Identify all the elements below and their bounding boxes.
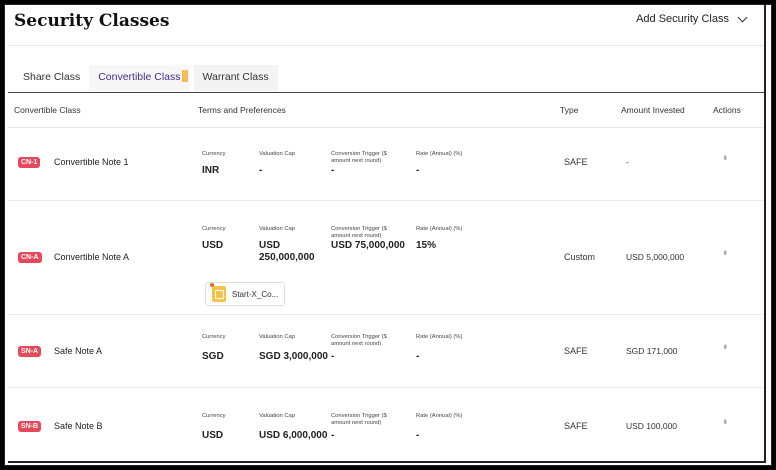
conversion-trigger-label: Conversion Trigger ($ amount next round) [331,413,387,426]
rate-label: Rate (Annual) (%) [416,334,463,340]
class-name: Safe Note B [54,421,103,431]
currency-value: INR [202,165,220,176]
cursor-highlight [181,70,188,82]
amount-cell: - [626,157,629,167]
table-row[interactable]: CN-A Convertible Note A Currency USD Val… [8,201,764,315]
unread-dot [210,283,214,287]
amount-cell: SGD 171,000 [626,346,678,356]
currency-label: Currency [202,151,226,157]
currency-label: Currency [202,226,226,232]
amount-cell: USD 100,000 [626,421,678,431]
rate-value: - [416,430,420,441]
valuation-cap-value: - [259,165,263,176]
kebab-menu-icon[interactable]: ••• [720,155,730,158]
tab-share-class[interactable]: Share Class [14,65,89,91]
type-cell: Custom [564,252,596,262]
table-row[interactable]: CN-1 Convertible Note 1 Currency INR Val… [8,128,764,201]
conversion-trigger-label: Conversion Trigger ($ amount next round) [331,226,387,239]
rate-value: - [416,351,420,362]
page-title: Security Classes [14,11,170,31]
type-cell: SAFE [564,346,588,356]
valuation-cap-label: Valuation Cap [259,151,295,157]
conversion-trigger-value: - [331,165,335,176]
class-badge: SN-A [18,346,42,357]
conversion-trigger-value: - [331,430,335,441]
class-badge: CN-1 [18,157,41,168]
tab-warrant-class[interactable]: Warrant Class [193,65,278,91]
kebab-menu-icon[interactable]: ••• [720,419,730,422]
conversion-trigger-label: Conversion Trigger ($ amount next round) [331,151,387,164]
currency-value: USD [202,430,224,441]
type-cell: SAFE [564,421,588,431]
kebab-menu-icon[interactable]: ••• [720,344,730,347]
page-header: Security Classes Add Security Class [8,5,764,46]
valuation-cap-label: Valuation Cap [259,334,295,340]
rate-label: Rate (Annual) (%) [416,413,463,419]
class-name: Convertible Note 1 [54,157,129,167]
conversion-trigger-value: - [331,351,335,362]
conversion-trigger-value: USD 75,000,000 [331,240,405,251]
currency-label: Currency [202,413,226,419]
valuation-cap-value: USD 6,000,000 [259,430,328,441]
kebab-menu-icon[interactable]: ••• [720,250,730,253]
class-name: Convertible Note A [54,252,130,262]
valuation-cap-value: USD 250,000,000 [259,240,315,263]
col-amount: Amount Invested [621,105,685,115]
conversion-trigger-label: Conversion Trigger ($ amount next round) [331,334,387,347]
rate-value: 15% [416,240,437,251]
col-terms: Terms and Preferences [198,105,286,115]
add-security-class-button[interactable]: Add Security Class [636,12,748,25]
col-actions: Actions [713,105,741,115]
amount-cell: USD 5,000,000 [626,252,685,262]
valuation-cap-label: Valuation Cap [259,226,295,232]
type-cell: SAFE [564,157,588,167]
col-type: Type [560,105,579,115]
document-icon [210,283,226,302]
currency-label: Currency [202,334,226,340]
rate-label: Rate (Annual) (%) [416,151,463,157]
tab-convertible-class[interactable]: Convertible Class [89,65,190,91]
tab-convertible-class-label: Convertible Class [98,71,181,83]
add-security-class-label: Add Security Class [636,13,729,25]
currency-value: SGD [202,351,224,362]
currency-value: USD [202,240,224,251]
valuation-cap-value: SGD 3,000,000 [259,351,328,362]
tab-bar: Share Class Convertible Class Warrant Cl… [14,65,278,91]
class-badge: SN-B [18,421,42,432]
attachment-name: Start-X_Co... [232,289,279,299]
rate-label: Rate (Annual) (%) [416,226,463,232]
rate-value: - [416,165,420,176]
class-badge: CN-A [18,252,42,263]
class-name: Safe Note A [54,346,103,356]
attachment-chip[interactable]: Start-X_Co... [205,282,285,306]
table-header: Convertible Class Terms and Preferences … [8,93,764,128]
chevron-down-icon [737,12,748,22]
table-row[interactable]: SN-B Safe Note B Currency USD Valuation … [8,388,764,461]
col-convertible-class: Convertible Class [14,105,81,115]
table-row[interactable]: SN-A Safe Note A Currency SGD Valuation … [8,315,764,388]
security-classes-panel: Security Classes Add Security Class Shar… [8,5,766,463]
valuation-cap-label: Valuation Cap [259,413,295,419]
